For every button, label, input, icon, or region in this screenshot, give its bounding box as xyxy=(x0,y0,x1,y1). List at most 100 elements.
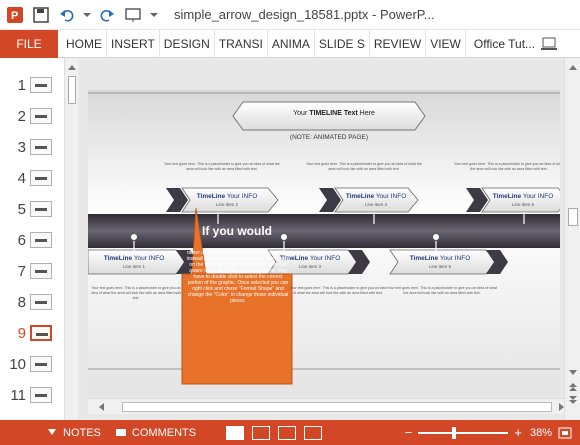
reading-view-icon[interactable] xyxy=(278,425,297,440)
svg-text:P: P xyxy=(11,10,18,22)
previous-slide-icon[interactable] xyxy=(565,380,580,392)
slide-subtitle: (NOTE: ANIMATED PAGE) xyxy=(289,134,369,141)
start-slideshow-icon[interactable] xyxy=(122,4,144,26)
slide-editor: Your TIMELINE Text Here (NOTE: ANIMATED … xyxy=(78,58,564,420)
horizontal-scroll-thumb[interactable] xyxy=(122,402,552,412)
title-bar: P simple_arrow_design_18581.pptx - Power… xyxy=(0,0,580,30)
slide-thumbnail-image xyxy=(30,325,52,341)
editor-horizontal-scrollbar[interactable] xyxy=(88,398,564,414)
zoom-control: − + 38% xyxy=(405,425,572,440)
slide-show-icon[interactable] xyxy=(304,425,323,440)
window-title: simple_arrow_design_18581.pptx - PowerP.… xyxy=(174,7,435,22)
placeholder-text: Your text goes here. This is a placehold… xyxy=(289,286,387,295)
timeline-item-4-title: TimeLine Your INFO xyxy=(345,193,407,200)
timeline-item-5-sub: Line item 5 xyxy=(428,264,451,269)
zoom-in-icon[interactable]: + xyxy=(514,425,522,440)
slide-thumbnail-image xyxy=(30,139,52,155)
callout-body: rather change the color of each individu… xyxy=(186,250,290,304)
account-icon[interactable] xyxy=(541,37,558,51)
slide-thumbnail-image xyxy=(30,201,52,217)
notes-icon xyxy=(48,428,56,435)
slide-thumbnail-pane: 1 2 3 4 5 6 7 8 9 10 11 xyxy=(0,58,64,420)
thumbnail-scroll-thumb[interactable] xyxy=(68,76,76,104)
slide-thumbnail-image xyxy=(30,232,52,248)
slide-canvas[interactable]: Your TIMELINE Text Here (NOTE: ANIMATED … xyxy=(88,90,560,395)
slide-thumbnail[interactable]: 1 xyxy=(0,70,64,100)
undo-icon[interactable] xyxy=(56,4,78,26)
scroll-left-icon[interactable] xyxy=(96,400,108,414)
slide-sorter-icon[interactable] xyxy=(252,425,271,440)
tab-review[interactable]: REVIEW xyxy=(370,29,427,58)
timeline-item-2-title: TimeLine Your INFO xyxy=(196,193,258,200)
slide-thumbnail[interactable]: 2 xyxy=(0,101,64,131)
slide-thumbnail-image xyxy=(30,263,52,279)
slide-thumbnail-active[interactable]: 9 xyxy=(0,318,64,348)
ribbon-tabs: FILE HOME INSERT DESIGN TRANSI ANIMA SLI… xyxy=(0,29,580,58)
comment-icon xyxy=(115,428,126,436)
header-title: Your TIMELINE Text Here xyxy=(293,110,375,117)
timeline-item-4-sub: Line item 4 xyxy=(364,202,387,207)
status-bar: NOTES COMMENTS − + 38% xyxy=(0,420,580,445)
placeholder-text: Your text goes here. This is a placehold… xyxy=(454,162,560,171)
slide-thumbnail[interactable]: 11 xyxy=(0,380,64,410)
slide-thumbnail[interactable]: 8 xyxy=(0,287,64,317)
slide-thumbnail[interactable]: 4 xyxy=(0,163,64,193)
comments-button[interactable]: COMMENTS xyxy=(115,427,196,439)
slide-thumbnail-image xyxy=(30,77,52,93)
slide-thumbnail[interactable]: 7 xyxy=(0,256,64,286)
slide-thumbnail-image xyxy=(30,108,52,124)
slide-thumbnail-image xyxy=(30,356,52,372)
zoom-slider-knob[interactable] xyxy=(452,426,457,439)
tab-insert[interactable]: INSERT xyxy=(107,29,160,58)
save-icon[interactable] xyxy=(30,4,52,26)
zoom-out-icon[interactable]: − xyxy=(405,425,413,440)
tab-design[interactable]: DESIGN xyxy=(160,29,215,58)
scroll-up-icon[interactable] xyxy=(65,62,79,74)
slide-thumbnail[interactable]: 5 xyxy=(0,194,64,224)
placeholder-text: Your text goes here. This is a placehold… xyxy=(387,286,497,295)
timeline-item-6-title: TimeLine Your INFO xyxy=(492,193,554,200)
timeline-item-1-box xyxy=(88,249,187,275)
account-name[interactable]: Office Tut... xyxy=(466,37,535,51)
timeline-item-2-sub: Line item 2 xyxy=(215,202,238,207)
timeline-item-5-box xyxy=(389,249,497,275)
redo-icon[interactable] xyxy=(96,4,118,26)
slide-thumbnail[interactable]: 6 xyxy=(0,225,64,255)
slide-thumbnail-image xyxy=(30,387,52,403)
customize-quick-access-icon[interactable] xyxy=(148,4,160,26)
editor-scroll-thumb[interactable] xyxy=(568,208,578,226)
scroll-up-icon[interactable] xyxy=(565,62,580,74)
tab-slide-show[interactable]: SLIDE S xyxy=(315,29,370,58)
scroll-down-icon[interactable] xyxy=(565,366,580,378)
tab-transitions[interactable]: TRANSI xyxy=(215,29,268,58)
timeline-item-1-title: TimeLine Your INFO xyxy=(103,255,165,262)
timeline-item-6-box xyxy=(481,187,560,213)
notes-button[interactable]: NOTES xyxy=(46,427,101,439)
timeline-item-4-box xyxy=(334,187,419,213)
tab-file[interactable]: FILE xyxy=(0,29,58,58)
timeline-band xyxy=(88,214,560,248)
placeholder-text: Your text goes here. This is a placehold… xyxy=(164,162,280,171)
tab-view[interactable]: VIEW xyxy=(426,29,466,58)
slide-thumbnail-image xyxy=(30,294,52,310)
slide-thumbnail-image xyxy=(30,170,52,186)
timeline-item-5-title: TimeLine Your INFO xyxy=(409,255,471,262)
slide-thumbnail[interactable]: 3 xyxy=(0,132,64,162)
normal-view-icon[interactable] xyxy=(226,425,245,440)
tab-home[interactable]: HOME xyxy=(58,29,107,58)
scroll-right-icon[interactable] xyxy=(556,400,568,414)
placeholder-text: Your text goes here. This is a placehold… xyxy=(306,162,422,171)
slide-thumbnail[interactable]: 10 xyxy=(0,349,64,379)
thumbnail-scrollbar[interactable] xyxy=(64,58,78,420)
editor-vertical-scrollbar[interactable] xyxy=(564,58,580,420)
tab-animations[interactable]: ANIMA xyxy=(268,29,315,58)
placeholder-text: Your text goes here. This is a placehold… xyxy=(91,286,181,300)
zoom-slider[interactable] xyxy=(418,426,509,439)
zoom-level[interactable]: 38% xyxy=(530,427,552,439)
timeline-item-6-sub: Line item 6 xyxy=(511,202,534,207)
timeline-item-1-sub: Line item 1 xyxy=(122,264,145,269)
callout-heading: If you would xyxy=(202,224,272,238)
powerpoint-logo-icon: P xyxy=(4,4,26,26)
fit-slide-icon[interactable] xyxy=(558,427,572,439)
undo-dropdown-icon[interactable] xyxy=(82,4,92,26)
